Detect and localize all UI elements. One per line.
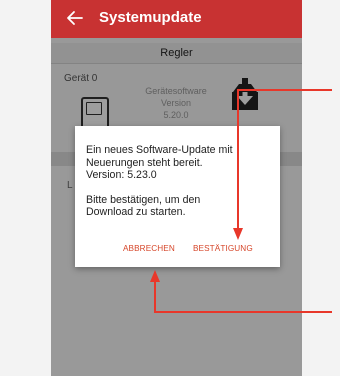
confirm-button[interactable]: BESTÄTIGUNG xyxy=(193,244,253,253)
cancel-button[interactable]: ABBRECHEN xyxy=(123,244,175,253)
update-dialog: Ein neues Software-Update mit Neuerungen… xyxy=(75,126,280,267)
dialog-message: Ein neues Software-Update mit Neuerungen… xyxy=(86,144,276,219)
dialog-line: Neuerungen steht bereit. xyxy=(86,156,203,169)
page-title: Systemupdate xyxy=(99,9,202,26)
arrow-left-icon[interactable] xyxy=(65,8,85,28)
dialog-line: Bitte bestätigen, um den xyxy=(86,193,201,206)
app-bar: Systemupdate xyxy=(51,0,302,38)
dialog-line: Version: 5.23.0 xyxy=(86,169,157,181)
dialog-line: Ein neues Software-Update mit xyxy=(86,144,233,156)
dialog-line: Download zu starten. xyxy=(86,206,186,218)
